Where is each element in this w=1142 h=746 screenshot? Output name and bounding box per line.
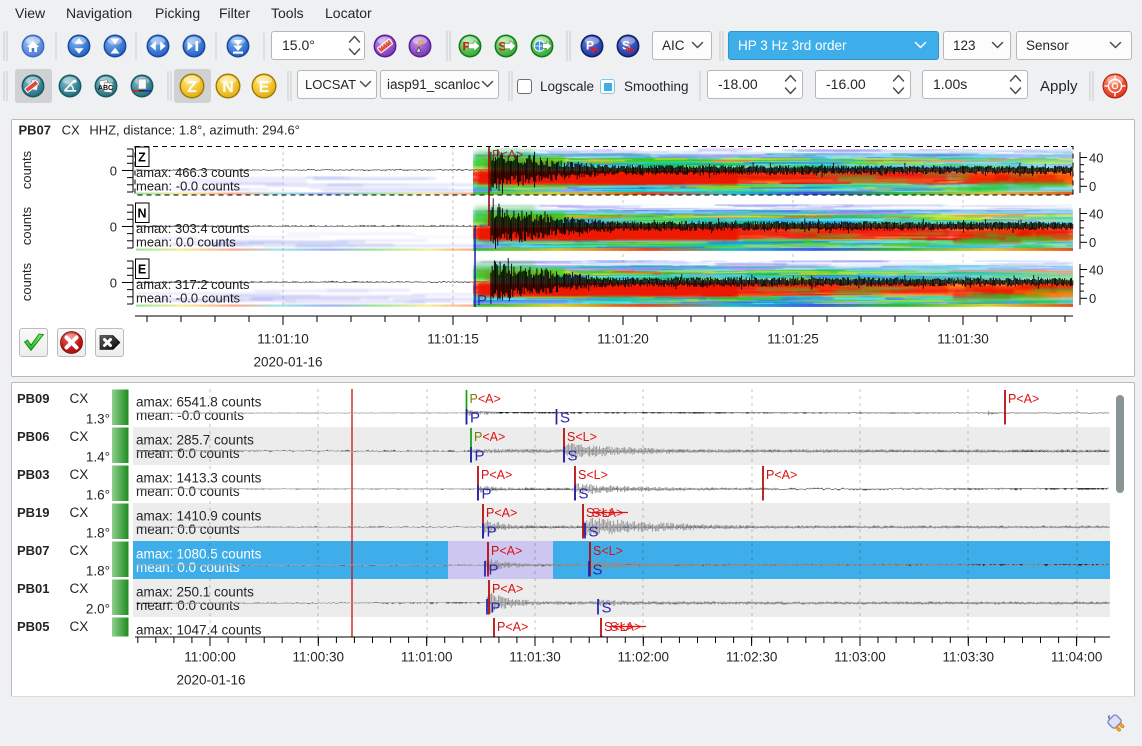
svg-text:mean: -0.0 counts: mean: -0.0 counts <box>136 179 241 194</box>
svg-text:1.3°: 1.3° <box>86 411 110 426</box>
svg-text:P<A>: P<A> <box>486 506 517 520</box>
svg-text:P<A>: P<A> <box>491 544 522 558</box>
svg-text:S<L>: S<L> <box>578 468 608 482</box>
svg-text:mean: 0.0 counts: mean: 0.0 counts <box>136 522 240 537</box>
svg-text:P<A>: P<A> <box>492 582 523 596</box>
svg-text:P: P <box>491 600 501 617</box>
svg-text:Z: Z <box>187 79 197 96</box>
svg-text:CX: CX <box>70 505 89 520</box>
svg-text:E: E <box>259 79 270 96</box>
svg-text:40: 40 <box>1089 151 1103 166</box>
svg-text:2020-01-16: 2020-01-16 <box>176 673 245 688</box>
svg-text:Z: Z <box>138 151 146 165</box>
svg-text:0: 0 <box>110 276 117 291</box>
svg-text:PB07 CX HHZ, distance: 1.8°, a: PB07 CX HHZ, distance: 1.8°, azimuth: 29… <box>19 123 300 138</box>
svg-text:11:02:00: 11:02:00 <box>618 650 670 665</box>
svg-text:P: P <box>482 486 492 503</box>
svg-text:mean: 0.0 counts: mean: 0.0 counts <box>136 235 236 250</box>
svg-text:11:03:30: 11:03:30 <box>943 650 995 665</box>
svg-text:11:01:00: 11:01:00 <box>401 650 453 665</box>
svg-text:0: 0 <box>110 164 117 179</box>
svg-text:mean: 0.0 counts: mean: 0.0 counts <box>136 560 240 575</box>
svg-text:counts: counts <box>19 150 34 189</box>
svg-text:40: 40 <box>1089 263 1103 278</box>
svg-text:CX: CX <box>70 581 89 596</box>
svg-text:1.8°: 1.8° <box>86 525 110 540</box>
svg-text:amax: 1413.3 counts: amax: 1413.3 counts <box>136 470 262 485</box>
svg-text:P: P <box>489 562 499 579</box>
svg-text:P: P <box>487 524 497 541</box>
svg-text:PB06: PB06 <box>17 429 50 444</box>
svg-text:mean: 0.0 counts: mean: 0.0 counts <box>136 598 240 613</box>
svg-text:PB01: PB01 <box>17 581 50 596</box>
svg-text:S: S <box>602 600 612 617</box>
svg-text:N: N <box>137 207 146 221</box>
svg-text:11:00:30: 11:00:30 <box>293 650 345 665</box>
svg-text:11:01:25: 11:01:25 <box>767 332 819 347</box>
svg-text:P<A>: P<A> <box>766 468 797 482</box>
svg-text:PB07: PB07 <box>17 543 50 558</box>
svg-text:E: E <box>138 263 146 277</box>
svg-text:P<A>: P<A> <box>497 620 528 634</box>
svg-text:11:01:20: 11:01:20 <box>597 332 649 347</box>
svg-text:S: S <box>560 410 570 427</box>
svg-text:1.8°: 1.8° <box>86 563 110 578</box>
svg-text:1.4°: 1.4° <box>86 449 110 464</box>
svg-text:P<A>: P<A> <box>470 392 501 406</box>
svg-text:11:01:15: 11:01:15 <box>427 332 479 347</box>
svg-text:2020-01-16: 2020-01-16 <box>253 355 322 370</box>
svg-text:PB19: PB19 <box>17 505 50 520</box>
svg-text:0: 0 <box>1089 179 1096 194</box>
svg-text:counts: counts <box>19 206 34 245</box>
svg-text:11:01:10: 11:01:10 <box>257 332 309 347</box>
svg-text:S: S <box>568 448 578 465</box>
svg-text:ABC: ABC <box>98 85 113 92</box>
svg-text:P: P <box>470 410 480 427</box>
svg-text:0: 0 <box>1089 291 1096 306</box>
svg-text:11:04:00: 11:04:00 <box>1051 650 1103 665</box>
svg-text:amax: 1080.5 counts: amax: 1080.5 counts <box>136 546 262 561</box>
svg-text:2.0°: 2.0° <box>86 601 110 616</box>
svg-text:P<A>: P<A> <box>481 468 512 482</box>
svg-text:PB05: PB05 <box>17 619 50 634</box>
svg-text:amax: 6541.8 counts: amax: 6541.8 counts <box>136 394 262 409</box>
svg-text:N: N <box>222 79 234 96</box>
svg-text:P: P <box>475 448 485 465</box>
svg-text:mean: 0.0 counts: mean: 0.0 counts <box>136 484 240 499</box>
svg-text:P<A>: P<A> <box>474 430 505 444</box>
svg-text:40: 40 <box>1089 207 1103 222</box>
svg-text:counts: counts <box>19 262 34 301</box>
svg-text:S<L>: S<L> <box>567 430 597 444</box>
svg-text:S: S <box>579 486 589 503</box>
svg-text:1.6°: 1.6° <box>86 487 110 502</box>
svg-text:11:01:30: 11:01:30 <box>937 332 989 347</box>
svg-text:P<A>: P<A> <box>492 148 523 162</box>
svg-text:P: P <box>477 292 487 309</box>
svg-text:11:03:00: 11:03:00 <box>834 650 886 665</box>
svg-text:S: S <box>593 562 603 579</box>
svg-text:amax: 1047.4 counts: amax: 1047.4 counts <box>136 622 262 637</box>
svg-text:mean: -0.0 counts: mean: -0.0 counts <box>136 291 241 306</box>
svg-text:11:00:00: 11:00:00 <box>184 650 236 665</box>
svg-text:CX: CX <box>70 467 89 482</box>
svg-text:mean: 0.0 counts: mean: 0.0 counts <box>136 446 240 461</box>
svg-text:11:02:30: 11:02:30 <box>726 650 778 665</box>
svg-text:amax: 250.1 counts: amax: 250.1 counts <box>136 584 254 599</box>
svg-text:CX: CX <box>70 429 89 444</box>
svg-text:11:01:30: 11:01:30 <box>509 650 561 665</box>
svg-text:CX: CX <box>70 391 89 406</box>
svg-text:0: 0 <box>110 220 117 235</box>
svg-text:amax: 1410.9 counts: amax: 1410.9 counts <box>136 508 262 523</box>
svg-text:PB03: PB03 <box>17 467 50 482</box>
svg-text:S<L>: S<L> <box>593 544 623 558</box>
svg-text:0: 0 <box>1089 235 1096 250</box>
svg-text:mean: -0.0 counts: mean: -0.0 counts <box>136 408 244 423</box>
svg-text:CX: CX <box>70 543 89 558</box>
svg-text:P<A>: P<A> <box>1008 392 1039 406</box>
svg-text:CX: CX <box>70 619 89 634</box>
svg-text:amax: 285.7 counts: amax: 285.7 counts <box>136 432 254 447</box>
svg-text:S: S <box>589 524 599 541</box>
svg-text:PB09: PB09 <box>17 391 50 406</box>
